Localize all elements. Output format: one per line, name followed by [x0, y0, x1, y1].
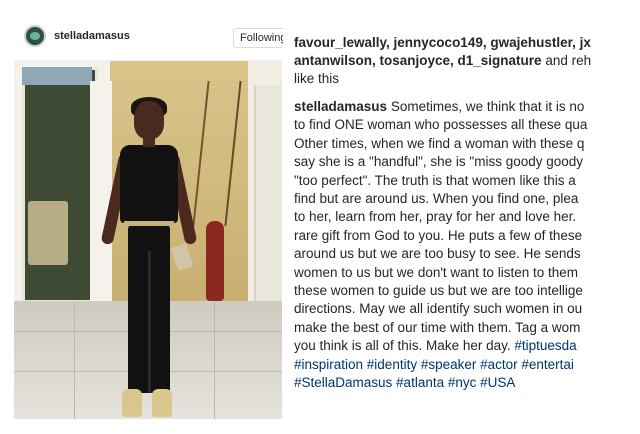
caption-line: you think is all of this. Make her day. … — [294, 337, 640, 355]
hashtag-line[interactable]: #inspiration #identity #speaker #actor #… — [294, 356, 640, 374]
caption-line: to her, learn from her, pray for her and… — [294, 209, 577, 225]
following-button[interactable]: Following — [233, 28, 289, 48]
caption-line: "too perfect". The truth is that women l… — [294, 172, 576, 188]
person-top — [120, 145, 178, 223]
post-caption: stelladamasus Sometimes, we think that i… — [294, 98, 640, 393]
person-leg-split — [148, 251, 151, 393]
caption-line: say she is a "handful", she is "miss goo… — [294, 154, 584, 170]
caption-line: find but are around us. When you find on… — [294, 191, 579, 207]
likes-line-2-suffix: and reh — [541, 53, 592, 68]
person-head — [134, 101, 164, 139]
photo-right-door — [254, 85, 282, 305]
caption-line: around us but we are too busy to see. He… — [294, 246, 581, 262]
caption-line: these women to guide us but we are too i… — [294, 283, 583, 299]
person-clutch — [170, 242, 194, 272]
avatar[interactable] — [24, 25, 46, 47]
likes-line-3: like this — [294, 71, 340, 86]
caption-text: you think is all of this. Make her day. — [294, 338, 511, 354]
photo-person — [100, 97, 198, 419]
caption-line: women to us but we don't want to listen … — [294, 264, 578, 280]
post-username[interactable]: stelladamasus — [54, 30, 130, 42]
caption-line: rare gift from God to you. He puts a few… — [294, 227, 583, 243]
caption-line: Other times, when we find a woman with t… — [294, 135, 585, 151]
photo-vase — [206, 221, 224, 301]
caption-line: make the best of our time with them. Tag… — [294, 319, 581, 335]
caption-line: directions. May we all identify such wom… — [294, 301, 583, 317]
floor-tile-line — [214, 301, 215, 419]
floor-tile-line — [74, 301, 75, 419]
caption-line: stelladamasus Sometimes, we think that i… — [294, 98, 640, 116]
likes-line-2[interactable]: antanwilson, tosanjoyce, d1_signature — [294, 53, 542, 68]
person-belt — [124, 221, 174, 226]
post-header: stelladamasus Following — [0, 14, 289, 60]
caption-username[interactable]: stelladamasus — [294, 99, 387, 114]
likes-line-1[interactable]: favour_lewally, jennycoco149, gwajehustl… — [294, 34, 640, 52]
post-comments-panel: favour_lewally, jennycoco149, gwajehustl… — [283, 0, 640, 434]
photo-door-glass — [22, 67, 98, 303]
post-media-panel: stelladamasus Following — [0, 0, 289, 434]
person-shoe — [152, 389, 172, 417]
hashtag-line[interactable]: #StellaDamasus #atlanta #nyc #USA — [294, 374, 640, 392]
likes-summary: favour_lewally, jennycoco149, gwajehustl… — [294, 34, 640, 88]
caption-line: to find ONE woman who possesses all thes… — [294, 117, 588, 133]
person-shoe — [122, 389, 142, 417]
hashtag-link[interactable]: #tiptuesda — [511, 338, 576, 353]
photo-door-transom — [22, 67, 92, 85]
photo-chair — [28, 201, 68, 265]
caption-text: Sometimes, we think that it is no — [387, 99, 585, 114]
post-photo[interactable] — [14, 61, 282, 419]
